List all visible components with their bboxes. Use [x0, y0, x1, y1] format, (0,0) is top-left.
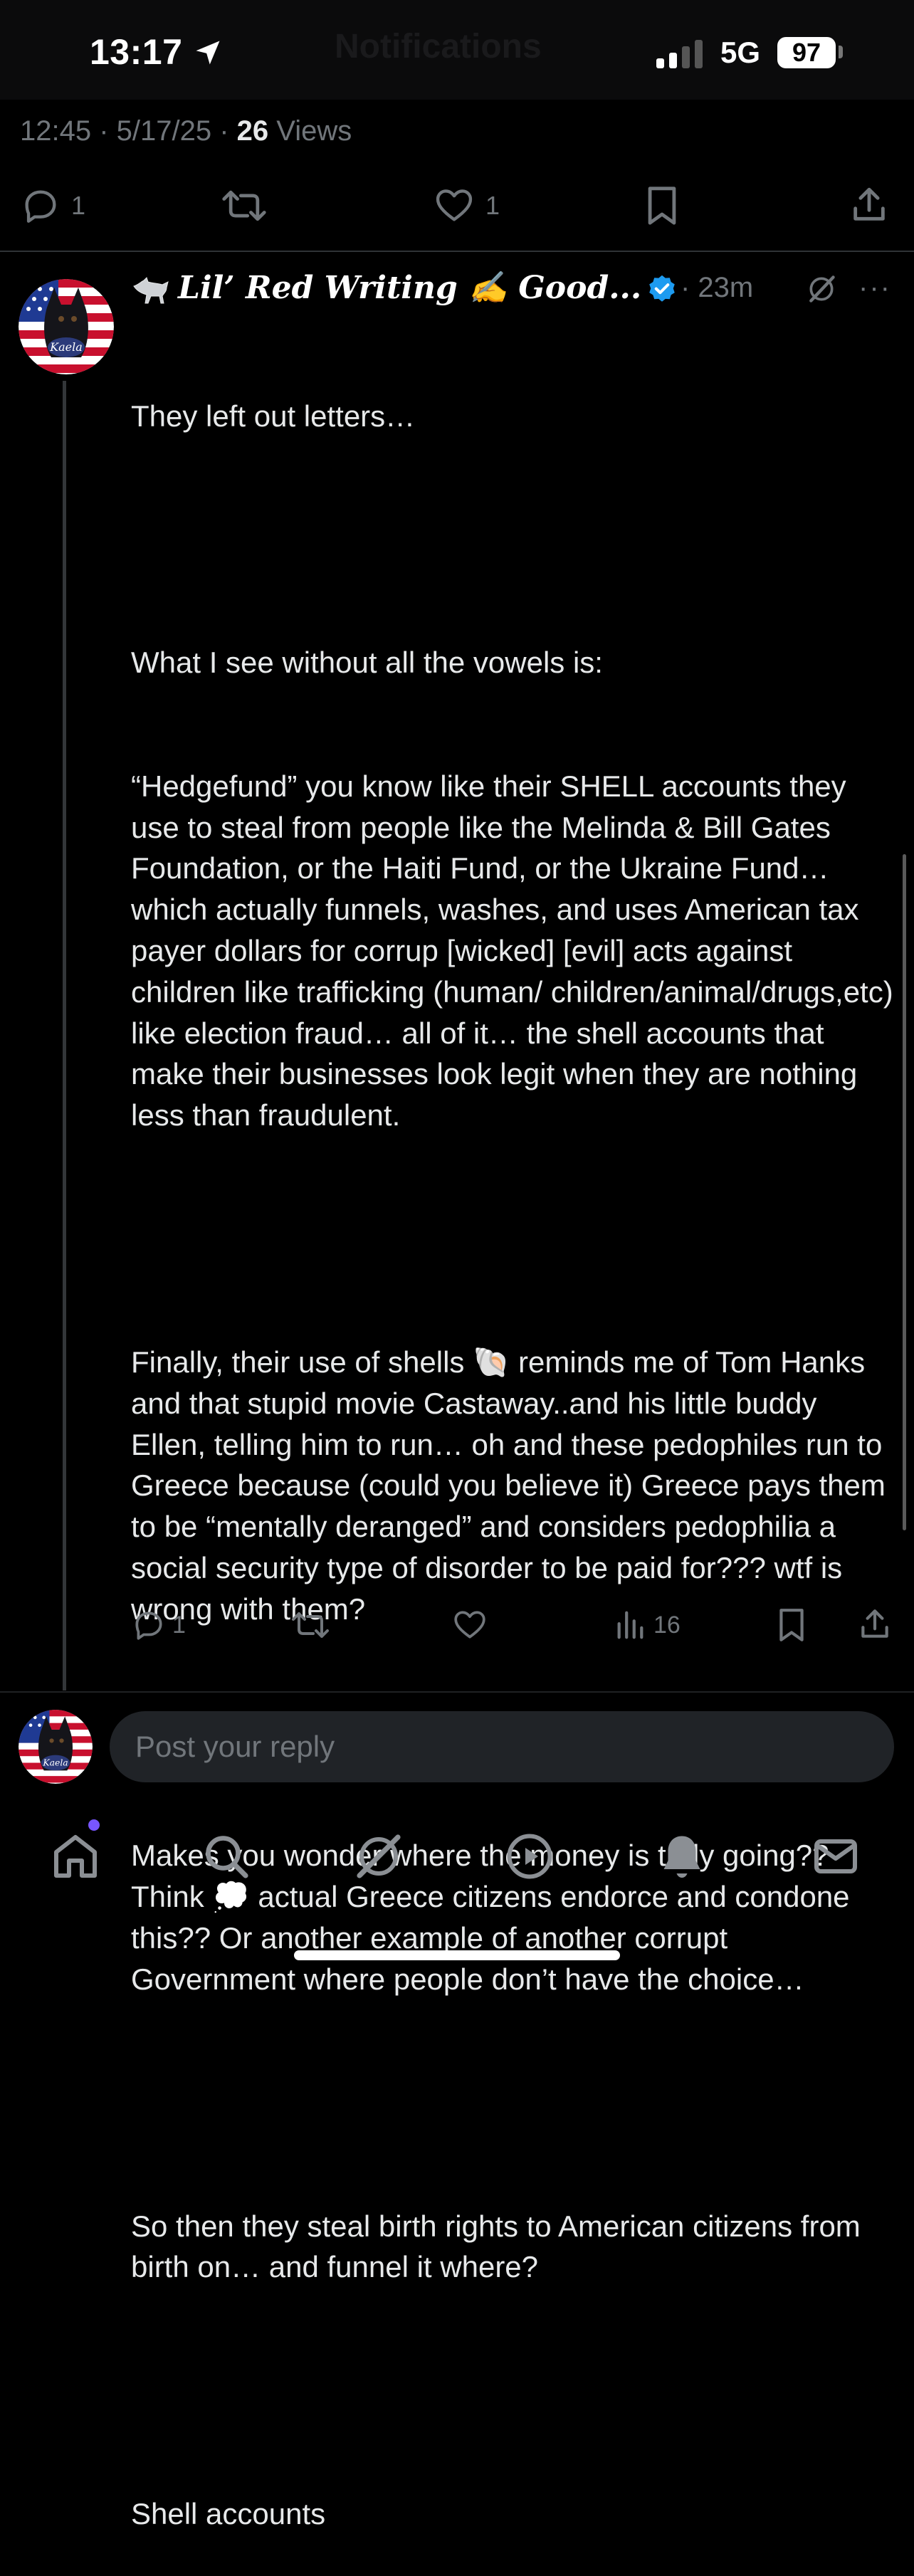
reply-repost-button[interactable]: [290, 1607, 330, 1643]
video-icon[interactable]: [504, 1831, 555, 1882]
reply-icon: [135, 1612, 162, 1640]
reply-reply-button[interactable]: 1: [131, 1607, 186, 1643]
reply-paragraph: [131, 519, 900, 560]
greyhound-emoji-icon: [133, 277, 169, 304]
more-options-icon[interactable]: ···: [858, 272, 891, 304]
reply-avatar[interactable]: Kaela: [19, 279, 114, 374]
reply-like-button[interactable]: [451, 1607, 488, 1643]
divider: [0, 1691, 914, 1693]
reply-icon: [25, 190, 56, 223]
divider: [0, 251, 914, 252]
home-notification-dot: [88, 1819, 100, 1831]
share-icon: [861, 1609, 888, 1638]
reply-paragraph: [131, 2082, 900, 2123]
network-type: 5G: [720, 36, 761, 69]
like-count: 1: [485, 191, 500, 220]
repost-icon: [222, 190, 266, 221]
avatar-image: Kaela: [19, 279, 114, 374]
reply-paragraph: “Hedgefund” you know like their SHELL ac…: [131, 769, 902, 1132]
grok-icon[interactable]: [806, 273, 837, 305]
grok-icon[interactable]: [353, 1831, 404, 1882]
composer-avatar: Kaela: [19, 1710, 93, 1784]
messages-icon[interactable]: [810, 1831, 861, 1882]
battery-indicator: 97: [777, 37, 836, 68]
repost-icon: [292, 1612, 329, 1638]
share-icon: [853, 187, 885, 221]
reply-paragraph: So then they steal birth rights to Ameri…: [131, 2209, 869, 2284]
reply-paragraph: [131, 1219, 900, 1260]
location-arrow-icon: [196, 41, 220, 65]
cellular-signal-icon: [656, 40, 703, 68]
reply-body: They left out letters… What I see withou…: [131, 313, 900, 2576]
verified-badge-icon: [649, 275, 675, 302]
post-action-bar: 1 1: [0, 178, 914, 235]
reply-count: 1: [71, 191, 86, 220]
avatar-image: Kaela: [19, 1710, 93, 1784]
reply-time: · 23m: [681, 272, 754, 303]
bookmark-icon: [648, 186, 676, 225]
reply-paragraph: Finally, their use of shells 🐚 reminds m…: [131, 1345, 894, 1626]
battery-nub: [839, 46, 843, 58]
bookmark-button[interactable]: [644, 185, 681, 226]
share-button[interactable]: [849, 184, 890, 226]
reply-paragraph: They left out letters…: [131, 399, 416, 433]
heart-icon: [454, 1611, 485, 1639]
header-title-obscured: Notifications: [335, 28, 542, 65]
views-count: 26: [236, 115, 269, 147]
bookmark-icon: [779, 1609, 804, 1641]
post-meta: 12:45 · 5/17/25 · 26 Views: [20, 115, 352, 147]
reply-paragraph: [131, 2370, 900, 2412]
avatar-name-tag: Kaela: [49, 340, 83, 354]
reply-paragraph: What I see without all the vowels is:: [131, 646, 603, 680]
reply-share-button[interactable]: [857, 1606, 893, 1643]
reply-input-placeholder: Post your reply: [135, 1730, 335, 1763]
reply-paragraph: Shell accounts: [131, 2497, 326, 2531]
reply-reply-count: 1: [172, 1611, 186, 1639]
reply-header: Lil’ Red Writing ✍️ Good... · 23m ···: [131, 269, 900, 312]
bottom-tab-bar: [0, 1822, 914, 1908]
reply-view-count: 16: [653, 1611, 681, 1639]
reply-action-bar: 1 16: [131, 1604, 907, 1647]
views-label: Views: [268, 115, 352, 147]
status-bar: Notifications 13:17 5G 97: [0, 0, 914, 100]
notifications-icon[interactable]: [656, 1831, 708, 1882]
avatar-name-tag: Kaela: [42, 1757, 68, 1767]
reply-input[interactable]: Post your reply: [110, 1711, 894, 1782]
thread-line: [63, 381, 66, 1691]
search-icon[interactable]: [201, 1831, 252, 1882]
scrollbar[interactable]: [903, 854, 906, 1530]
repost-button[interactable]: [221, 185, 268, 226]
reply-bookmark-button[interactable]: [776, 1607, 807, 1643]
status-time: 13:17: [90, 32, 183, 72]
reply-views-button[interactable]: 16: [614, 1607, 681, 1643]
home-indicator: [294, 1950, 620, 1960]
analytics-icon: [617, 1611, 644, 1639]
author-name[interactable]: Lil’ Red Writing ✍️ Good...: [178, 269, 641, 306]
heart-icon: [436, 189, 473, 221]
like-button[interactable]: 1: [433, 185, 500, 226]
post-timestamp: 12:45 · 5/17/25 ·: [20, 115, 237, 147]
reply-button[interactable]: 1: [20, 185, 85, 226]
home-icon[interactable]: [50, 1831, 101, 1882]
